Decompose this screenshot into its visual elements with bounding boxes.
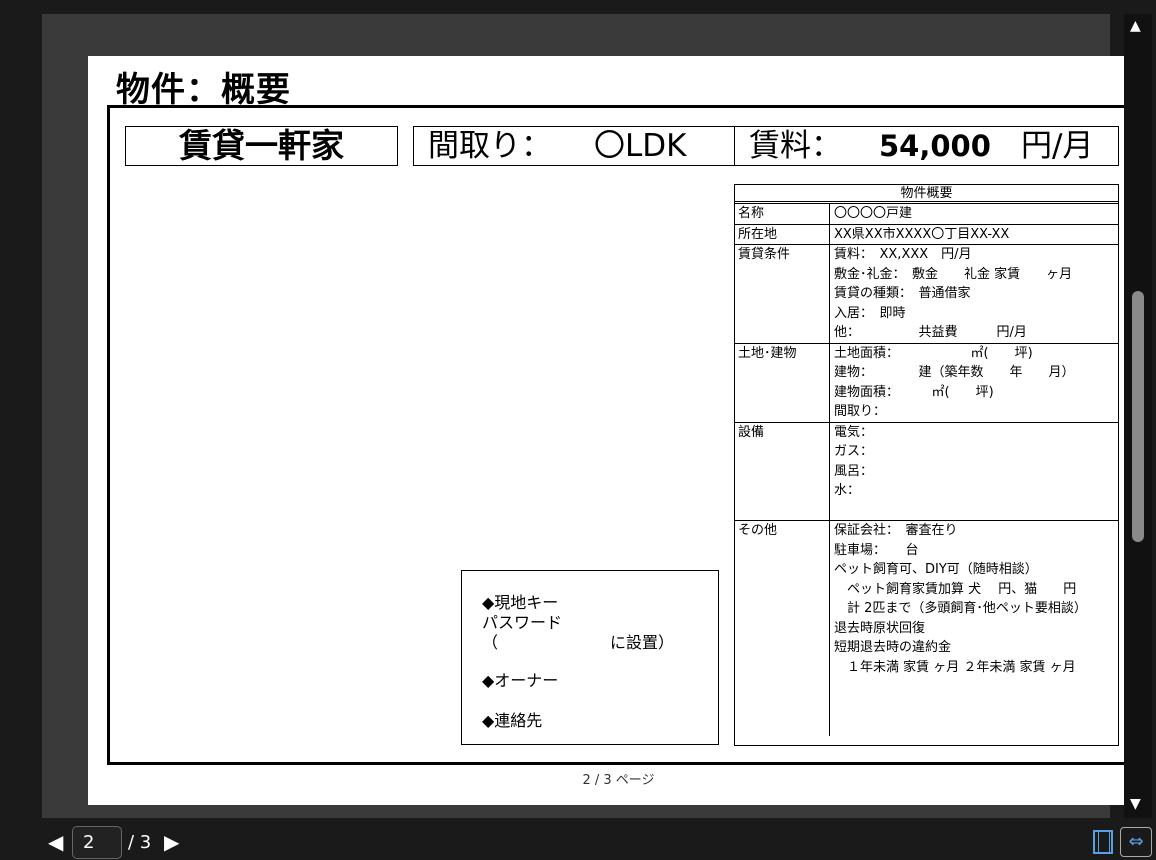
outline-row: 賃貸条件 賃料： XX,XXX 円/月敷金･礼金： 敷金 礼金 家賃 ヶ月 賃貸の… xyxy=(735,245,1118,344)
outline-label-text: 所在地 xyxy=(738,226,778,242)
outline-value-line: 賃料： XX,XXX 円/月 xyxy=(834,247,972,262)
rent-value: 54,000 xyxy=(879,129,991,163)
outline-row-value: XX県XX市XXXX〇丁目XX-XX xyxy=(831,225,1118,245)
outline-row: 所在地 XX県XX市XXXX〇丁目XX-XX xyxy=(735,224,1118,245)
rent-box: 賃料： 54,000 円/月 xyxy=(734,126,1119,166)
page-title: 物件：概要 xyxy=(116,70,291,110)
fit-page-icon[interactable] xyxy=(1093,830,1113,854)
outline-value-line: 駐車場： 台 xyxy=(834,542,919,558)
outline-value-line xyxy=(834,501,1118,521)
outline-value-line: 退去時原状回復 xyxy=(834,620,926,636)
page-footer: 2 / 3 ページ xyxy=(582,773,655,788)
outline-value-line: 敷金･礼金： 敷金 礼金 家賃 ヶ月 xyxy=(834,266,1073,282)
pan-mode-icon[interactable]: ⇔ xyxy=(1120,827,1152,857)
outline-label-text: その他 xyxy=(738,523,778,538)
outline-row-value: 電気： ガス： 風呂： 水： xyxy=(831,423,1118,521)
outline-value-line: 建物面積： ㎡( 坪) xyxy=(834,384,994,400)
contact-label: ◆連絡先 xyxy=(482,711,543,730)
pdf-viewer: 物件：概要 賃貸一軒家 間取り： 〇LDK 賃料： 54,000 円/月 物件概… xyxy=(0,0,1156,860)
outline-value-line: 入居： 即時 xyxy=(834,305,906,321)
outline-value-line: 建物： 建（築年数 年 月） xyxy=(834,365,1075,380)
scroll-up-icon[interactable]: ▲ xyxy=(1130,18,1141,34)
outline-value-line: 水： xyxy=(834,483,861,498)
outline-value-line: 保証会社： 審査在り xyxy=(834,523,958,538)
outline-value-line xyxy=(834,677,1118,697)
outline-rows: 名称 〇〇〇〇戸建所在地 XX県XX市XXXX〇丁目XX-XX 賃貸条件 賃料： XX… xyxy=(735,204,1118,736)
page-total: / 3 xyxy=(128,832,152,853)
outline-row-value: 〇〇〇〇戸建 xyxy=(831,204,1118,224)
property-outline-table: 物件概要 名称 〇〇〇〇戸建所在地 XX県XX市XXXX〇丁目XX-XX 賃貸条件 賃… xyxy=(734,184,1119,746)
outline-row-label: 設備 xyxy=(735,422,830,520)
document-area[interactable]: 物件：概要 賃貸一軒家 間取り： 〇LDK 賃料： 54,000 円/月 物件概… xyxy=(42,14,1149,818)
outline-label-text: 土地･建物 xyxy=(738,345,797,361)
outline-row-label: その他 xyxy=(735,521,830,736)
outline-value-line: 電気： xyxy=(834,424,874,440)
next-page-button[interactable]: ▶ xyxy=(164,830,179,854)
outline-label-text: 設備 xyxy=(738,424,765,440)
outline-label-text: 賃貸条件 xyxy=(738,247,791,262)
outline-row: 土地･建物 土地面積： ㎡( 坪) 建物： 建（築年数 年 月） 建物面積： ㎡( 坪… xyxy=(735,343,1118,423)
outline-row-value: 土地面積： ㎡( 坪) 建物： 建（築年数 年 月） 建物面積： ㎡( 坪) 間取り： xyxy=(831,344,1118,422)
layout-value: 〇LDK xyxy=(594,128,687,164)
outline-row-label: 土地･建物 xyxy=(735,343,830,422)
property-type: 賃貸一軒家 xyxy=(179,126,344,165)
outline-row-label: 名称 xyxy=(735,204,830,224)
outline-row: 設備 電気： ガス： 風呂： 水： xyxy=(735,422,1118,521)
outline-value-line: 賃貸の種類： 普通借家 xyxy=(834,286,971,301)
outline-row: 名称 〇〇〇〇戸建 xyxy=(735,204,1118,225)
outline-label-text: 名称 xyxy=(738,206,765,221)
outline-value-line: 土地面積： ㎡( 坪) xyxy=(834,345,1033,361)
rent-unit: 円/月 xyxy=(1021,128,1094,164)
viewer-toolbar: ◀ / 3 ▶ ⇔ xyxy=(0,824,1156,860)
outline-value-line: 短期退去時の違約金 xyxy=(834,640,952,655)
layout-label: 間取り： xyxy=(428,128,552,164)
scroll-down-icon[interactable]: ▼ xyxy=(1130,796,1141,812)
memo-box: ◆現地キー パスワード （ に設置） ◆オーナー ◆連絡先 xyxy=(461,570,719,745)
document-page: 物件：概要 賃貸一軒家 間取り： 〇LDK 賃料： 54,000 円/月 物件概… xyxy=(88,56,1149,805)
outline-value-line: 風呂： xyxy=(834,463,874,479)
outline-row-value: 保証会社： 審査在り 駐車場： 台ペット飼育可、DIY可（随時相談） ペット飼育家… xyxy=(831,521,1118,736)
outline-value-line: 〇〇〇〇戸建 xyxy=(834,206,913,221)
outline-value-line: ペット飼育可、DIY可（随時相談） xyxy=(834,562,1038,577)
outline-value-line xyxy=(834,697,1118,717)
property-frame: 賃貸一軒家 間取り： 〇LDK 賃料： 54,000 円/月 物件概要 名称 〇〇… xyxy=(107,105,1136,765)
outline-value-line: １年未満 家賃 ヶ月 ２年未満 家賃 ヶ月 xyxy=(834,659,1076,675)
previous-page-button[interactable]: ◀ xyxy=(48,830,63,854)
outline-value-line: 間取り： xyxy=(834,404,887,419)
outline-title: 物件概要 xyxy=(735,185,1118,204)
outline-row-label: 賃貸条件 xyxy=(735,245,830,343)
page-number-input[interactable] xyxy=(72,826,122,859)
outline-value-line: 計 2匹まで（多頭飼育･他ペット要相談） xyxy=(834,601,1087,616)
outline-row: その他 保証会社： 審査在り 駐車場： 台ペット飼育可、DIY可（随時相談） ペット… xyxy=(735,521,1118,736)
outline-row-label: 所在地 xyxy=(735,224,830,244)
key-placement: （ に設置） xyxy=(482,633,675,652)
outline-value-line: 他： 共益費 円/月 xyxy=(834,325,1027,340)
scroll-thumb[interactable] xyxy=(1132,291,1144,542)
outline-value-line: ガス： xyxy=(834,444,874,459)
outline-row-value: 賃料： XX,XXX 円/月敷金･礼金： 敷金 礼金 家賃 ヶ月 賃貸の種類： 普… xyxy=(831,245,1118,343)
layout-box: 間取り： 〇LDK xyxy=(413,126,735,166)
rent-label: 賃料： xyxy=(749,128,842,164)
outline-value-line xyxy=(834,716,1118,736)
property-type-box: 賃貸一軒家 xyxy=(125,126,398,166)
outline-value-line: ペット飼育家賃加算 犬 円、猫 円 xyxy=(834,581,1077,597)
vertical-scrollbar[interactable]: ▲ ▼ xyxy=(1124,14,1152,818)
owner-label: ◆オーナー xyxy=(482,671,559,690)
outline-value-line: XX県XX市XXXX〇丁目XX-XX xyxy=(834,226,1010,242)
